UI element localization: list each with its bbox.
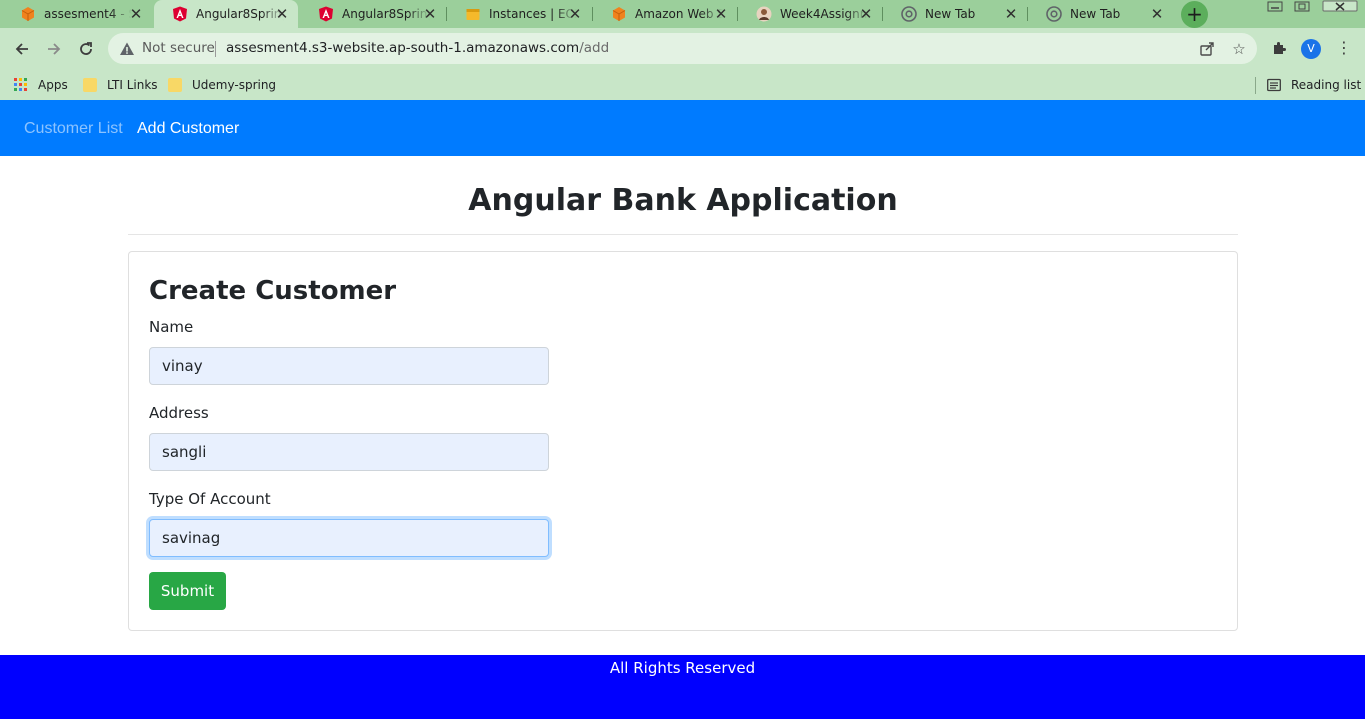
bookmarks-bar: Apps LTI Links Udemy-spring Reading list <box>0 70 1365 100</box>
chrome-icon <box>1046 6 1062 22</box>
browser-tab[interactable]: Amazon Web S ✕ <box>593 0 737 28</box>
create-customer-card: Create Customer Name Address Type Of Acc… <box>128 251 1238 631</box>
bookmark-label: Apps <box>38 78 68 92</box>
maximize-icon[interactable] <box>1293 0 1311 14</box>
page-title: Angular Bank Application <box>468 183 898 218</box>
tab-title: Amazon Web S <box>635 7 723 21</box>
page-footer: All Rights Reserved <box>0 655 1365 719</box>
browser-tab[interactable]: New Tab ✕ <box>883 0 1027 28</box>
url-text[interactable]: assesment4.s3-website.ap-south-1.amazona… <box>226 40 609 56</box>
tab-title: Angular8Spring <box>196 7 284 21</box>
browser-tab[interactable]: Instances | EC2 ✕ <box>447 0 591 28</box>
bookmark-apps[interactable]: Apps <box>14 75 68 95</box>
browser-tab-active[interactable]: Angular8Spring ✕ <box>154 0 298 28</box>
angular-icon <box>172 6 188 22</box>
bookmarks-separator <box>1255 77 1256 94</box>
new-tab-button[interactable]: + <box>1181 1 1208 28</box>
title-divider <box>128 234 1238 235</box>
tab-title: Instances | EC2 <box>489 7 577 21</box>
aws-icon <box>20 6 36 22</box>
bookmark-label: LTI Links <box>107 78 158 92</box>
address-divider <box>215 41 216 57</box>
bookmark-udemy-spring[interactable]: Udemy-spring <box>168 75 276 95</box>
bookmark-lti-links[interactable]: LTI Links <box>83 75 158 95</box>
tab-title: Week4Assignm <box>780 7 868 21</box>
nav-link-add-customer[interactable]: Add Customer <box>137 120 239 137</box>
form-heading: Create Customer <box>149 276 397 306</box>
minimize-icon[interactable] <box>1266 0 1284 14</box>
bookmark-label: Udemy-spring <box>192 78 277 92</box>
tab-title: New Tab <box>1070 7 1121 21</box>
chrome-icon <box>901 6 917 22</box>
app-navbar: Customer List Add Customer <box>0 100 1365 156</box>
account-type-input[interactable] <box>149 519 549 557</box>
url-host: assesment4.s3-website.ap-south-1.amazona… <box>226 40 580 56</box>
extensions-icon[interactable] <box>1269 38 1289 58</box>
folder-icon <box>168 78 182 92</box>
close-icon[interactable]: ✕ <box>128 6 144 22</box>
reading-list[interactable]: Reading list <box>1267 75 1361 95</box>
avatar-icon <box>756 6 772 22</box>
address-input[interactable] <box>149 433 549 471</box>
close-icon[interactable]: ✕ <box>274 6 290 22</box>
reading-list-label: Reading list <box>1291 78 1362 92</box>
aws-icon <box>611 6 627 22</box>
reload-icon[interactable] <box>74 37 98 61</box>
submit-button[interactable]: Submit <box>149 572 226 610</box>
close-icon[interactable]: ✕ <box>567 6 583 22</box>
nav-link-customer-list[interactable]: Customer List <box>24 120 123 137</box>
url-path: /add <box>579 40 610 56</box>
forward-icon[interactable] <box>42 37 66 61</box>
close-window-icon[interactable] <box>1322 0 1358 14</box>
tab-title: New Tab <box>925 7 976 21</box>
bookmark-star-icon[interactable]: ☆ <box>1230 40 1248 58</box>
reading-list-icon <box>1267 78 1281 92</box>
name-input[interactable] <box>149 347 549 385</box>
footer-text: All Rights Reserved <box>609 659 756 677</box>
tab-title: assesment4 - S3 <box>44 7 132 21</box>
browser-tab[interactable]: assesment4 - S3 ✕ <box>2 0 152 28</box>
tab-title: Angular8Spring <box>342 7 430 21</box>
close-icon[interactable]: ✕ <box>1003 6 1019 22</box>
address-bar[interactable]: Not secure assesment4.s3-website.ap-sout… <box>108 33 1257 64</box>
profile-avatar[interactable]: V <box>1301 39 1321 59</box>
security-label[interactable]: Not secure <box>142 40 215 56</box>
name-label: Name <box>149 318 194 336</box>
address-label: Address <box>149 404 209 422</box>
folder-icon <box>83 78 97 92</box>
browser-tab-strip: assesment4 - S3 ✕ Angular8Spring ✕ Angul… <box>0 0 1365 28</box>
ec2-icon <box>465 6 481 22</box>
angular-icon <box>318 6 334 22</box>
back-icon[interactable] <box>10 37 34 61</box>
close-icon[interactable]: ✕ <box>713 6 729 22</box>
browser-tab[interactable]: Week4Assignm ✕ <box>738 0 882 28</box>
account-type-label: Type Of Account <box>149 490 271 508</box>
browser-tab[interactable]: New Tab ✕ <box>1028 0 1173 28</box>
share-icon[interactable] <box>1198 40 1216 58</box>
more-menu-icon[interactable]: ⋮ <box>1334 38 1354 58</box>
warning-icon[interactable] <box>119 41 135 57</box>
close-icon[interactable]: ✕ <box>858 6 874 22</box>
browser-toolbar: Not secure assesment4.s3-website.ap-sout… <box>0 28 1365 70</box>
apps-grid-icon <box>14 78 28 92</box>
browser-tab[interactable]: Angular8Spring ✕ <box>300 0 446 28</box>
close-icon[interactable]: ✕ <box>422 6 438 22</box>
close-icon[interactable]: ✕ <box>1149 6 1165 22</box>
